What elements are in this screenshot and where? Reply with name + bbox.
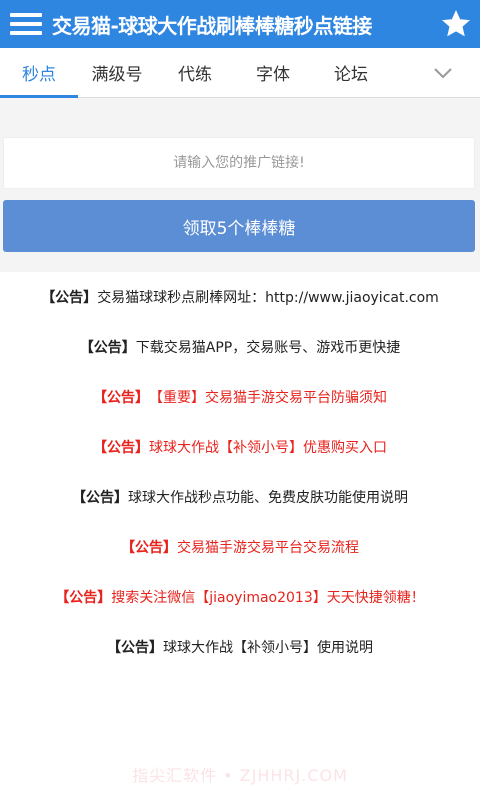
page-title: 交易猫-球球大作战刷棒棒糖秒点链接 — [52, 13, 372, 38]
notice-item[interactable]: 【公告】 球球大作战【补领小号】使用说明 — [0, 622, 480, 672]
notice-tag: 【公告】 — [93, 390, 149, 406]
tab-luntan[interactable]: 论坛 — [312, 48, 390, 97]
notice-item[interactable]: 【公告】 交易猫手游交易平台交易流程 — [0, 522, 480, 572]
claim-lollipop-button[interactable]: 领取5个棒棒糖 — [3, 200, 475, 252]
app-header: 交易猫-球球大作战刷棒棒糖秒点链接 — [0, 0, 480, 48]
notice-item[interactable]: 【公告】 交易猫球球秒点刷棒网址：http://www.jiaoyicat.com — [0, 272, 480, 322]
notice-tag: 【公告】 — [107, 640, 163, 656]
notice-text: 球球大作战秒点功能、免费皮肤功能使用说明 — [128, 490, 408, 506]
tab-manjihao[interactable]: 满级号 — [78, 48, 156, 97]
notice-tag: 【公告】 — [41, 290, 98, 306]
notice-item[interactable]: 【公告】 球球大作战秒点功能、免费皮肤功能使用说明 — [0, 472, 480, 522]
tab-ziti[interactable]: 字体 — [234, 48, 312, 97]
notice-text: 交易猫手游交易平台交易流程 — [177, 540, 359, 556]
notice-tag: 【公告】 — [93, 440, 149, 456]
tab-bar: 秒点 满级号 代练 字体 论坛 — [0, 48, 480, 98]
notice-tag: 【公告】 — [72, 490, 128, 506]
promo-link-field-wrapper — [3, 137, 475, 189]
notice-text: 【重要】交易猫手游交易平台防骗须知 — [149, 390, 387, 406]
notice-text: 下载交易猫APP，交易账号、游戏币更快捷 — [135, 340, 401, 356]
tab-miaodian[interactable]: 秒点 — [0, 48, 78, 98]
star-icon[interactable] — [432, 0, 480, 48]
notice-text: 搜索关注微信【jiaoyimao2013】天天快捷领糖！ — [111, 590, 425, 606]
notice-item[interactable]: 【公告】 下载交易猫APP，交易账号、游戏币更快捷 — [0, 322, 480, 372]
promo-link-input[interactable] — [4, 138, 474, 188]
notice-item[interactable]: 【公告】 搜索关注微信【jiaoyimao2013】天天快捷领糖！ — [0, 572, 480, 622]
tab-dailian[interactable]: 代练 — [156, 48, 234, 97]
notice-text: 交易猫球球秒点刷棒网址：http://www.jiaoyicat.com — [97, 290, 439, 306]
menu-icon[interactable] — [0, 0, 52, 48]
watermark: 指尖汇软件 • ZJHHRJ.COM — [132, 766, 348, 785]
notice-tag: 【公告】 — [79, 340, 136, 356]
chevron-down-icon[interactable] — [406, 48, 480, 97]
notice-tag: 【公告】 — [55, 590, 112, 606]
notice-text: 球球大作战【补领小号】使用说明 — [163, 640, 373, 656]
notice-tag: 【公告】 — [121, 540, 177, 556]
notice-list: 【公告】 交易猫球球秒点刷棒网址：http://www.jiaoyicat.com… — [0, 272, 480, 672]
notice-item[interactable]: 【公告】 【重要】交易猫手游交易平台防骗须知 — [0, 372, 480, 422]
notice-text: 球球大作战【补领小号】优惠购买入口 — [149, 440, 387, 456]
notice-item[interactable]: 【公告】 球球大作战【补领小号】优惠购买入口 — [0, 422, 480, 472]
